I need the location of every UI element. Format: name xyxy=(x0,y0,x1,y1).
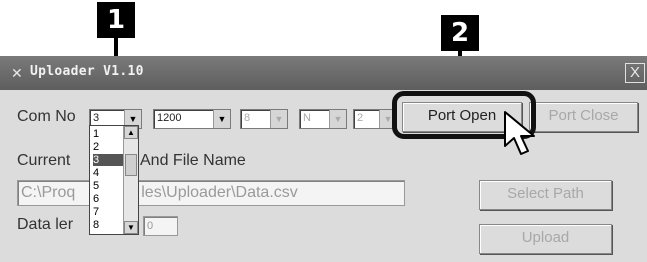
baud-rate-select[interactable]: 1200 ▼ xyxy=(153,109,231,129)
data-length-field[interactable]: 0 xyxy=(143,216,178,236)
scrollbar-thumb[interactable] xyxy=(125,154,137,176)
app-icon: ✕ xyxy=(11,65,23,81)
stop-bits-value: 2 xyxy=(357,112,364,124)
stop-bits-select[interactable]: 2 ▼ xyxy=(353,109,397,129)
port-close-label: Port Close xyxy=(548,107,619,124)
path-label-right: And File Name xyxy=(140,152,246,169)
path-label-left: Current xyxy=(17,152,71,169)
com-option-3[interactable]: 3 xyxy=(93,154,123,166)
com-option-8[interactable]: 8 xyxy=(93,219,123,231)
baud-rate-value: 1200 xyxy=(157,112,182,124)
com-option-2[interactable]: 2 xyxy=(93,141,123,153)
com-option-6[interactable]: 6 xyxy=(93,193,123,205)
upload-button[interactable]: Upload xyxy=(479,224,612,254)
data-length-label: Data ler xyxy=(17,216,74,233)
chevron-up-icon[interactable]: ▲ xyxy=(124,126,138,139)
data-length-value: 0 xyxy=(147,220,154,232)
chevron-down-icon[interactable]: ▼ xyxy=(329,110,346,128)
com-option-1[interactable]: 1 xyxy=(93,128,123,140)
data-bits-value: 8 xyxy=(244,112,251,124)
file-path-field[interactable]: C:\Proq les\Uploader\Data.csv xyxy=(17,180,405,206)
upload-label: Upload xyxy=(521,229,570,246)
parity-select[interactable]: N ▼ xyxy=(299,109,347,129)
parity-value: N xyxy=(303,112,311,124)
window-title: Uploader V1.10 xyxy=(30,64,144,79)
dropdown-scrollbar[interactable]: ▲ ▼ xyxy=(123,126,138,234)
chevron-down-icon[interactable]: ▼ xyxy=(124,221,138,234)
callout-1: 1 xyxy=(97,2,135,38)
title-bar: ✕ Uploader V1.10 X xyxy=(0,56,647,90)
com-port-value: 3 xyxy=(93,112,100,124)
chevron-down-icon[interactable]: ▼ xyxy=(270,110,287,128)
cursor-arrow-icon xyxy=(504,111,535,155)
select-path-button[interactable]: Select Path xyxy=(479,180,612,210)
file-path-value-left: C:\Proq xyxy=(21,184,76,201)
com-option-4[interactable]: 4 xyxy=(93,167,123,179)
file-path-value-right: les\Uploader\Data.csv xyxy=(141,184,298,201)
com-option-7[interactable]: 7 xyxy=(93,206,123,218)
chevron-down-icon[interactable]: ▼ xyxy=(213,110,230,128)
port-close-button[interactable]: Port Close xyxy=(529,102,638,132)
com-option-5[interactable]: 5 xyxy=(93,180,123,192)
data-bits-select[interactable]: 8 ▼ xyxy=(240,109,288,129)
callout-2: 2 xyxy=(441,15,479,51)
com-no-label: Com No xyxy=(17,108,76,125)
close-button[interactable]: X xyxy=(625,63,645,83)
com-port-dropdown-list[interactable]: 1 2 3 4 5 6 7 8 ▲ ▼ xyxy=(89,125,139,235)
select-path-label: Select Path xyxy=(507,185,584,202)
